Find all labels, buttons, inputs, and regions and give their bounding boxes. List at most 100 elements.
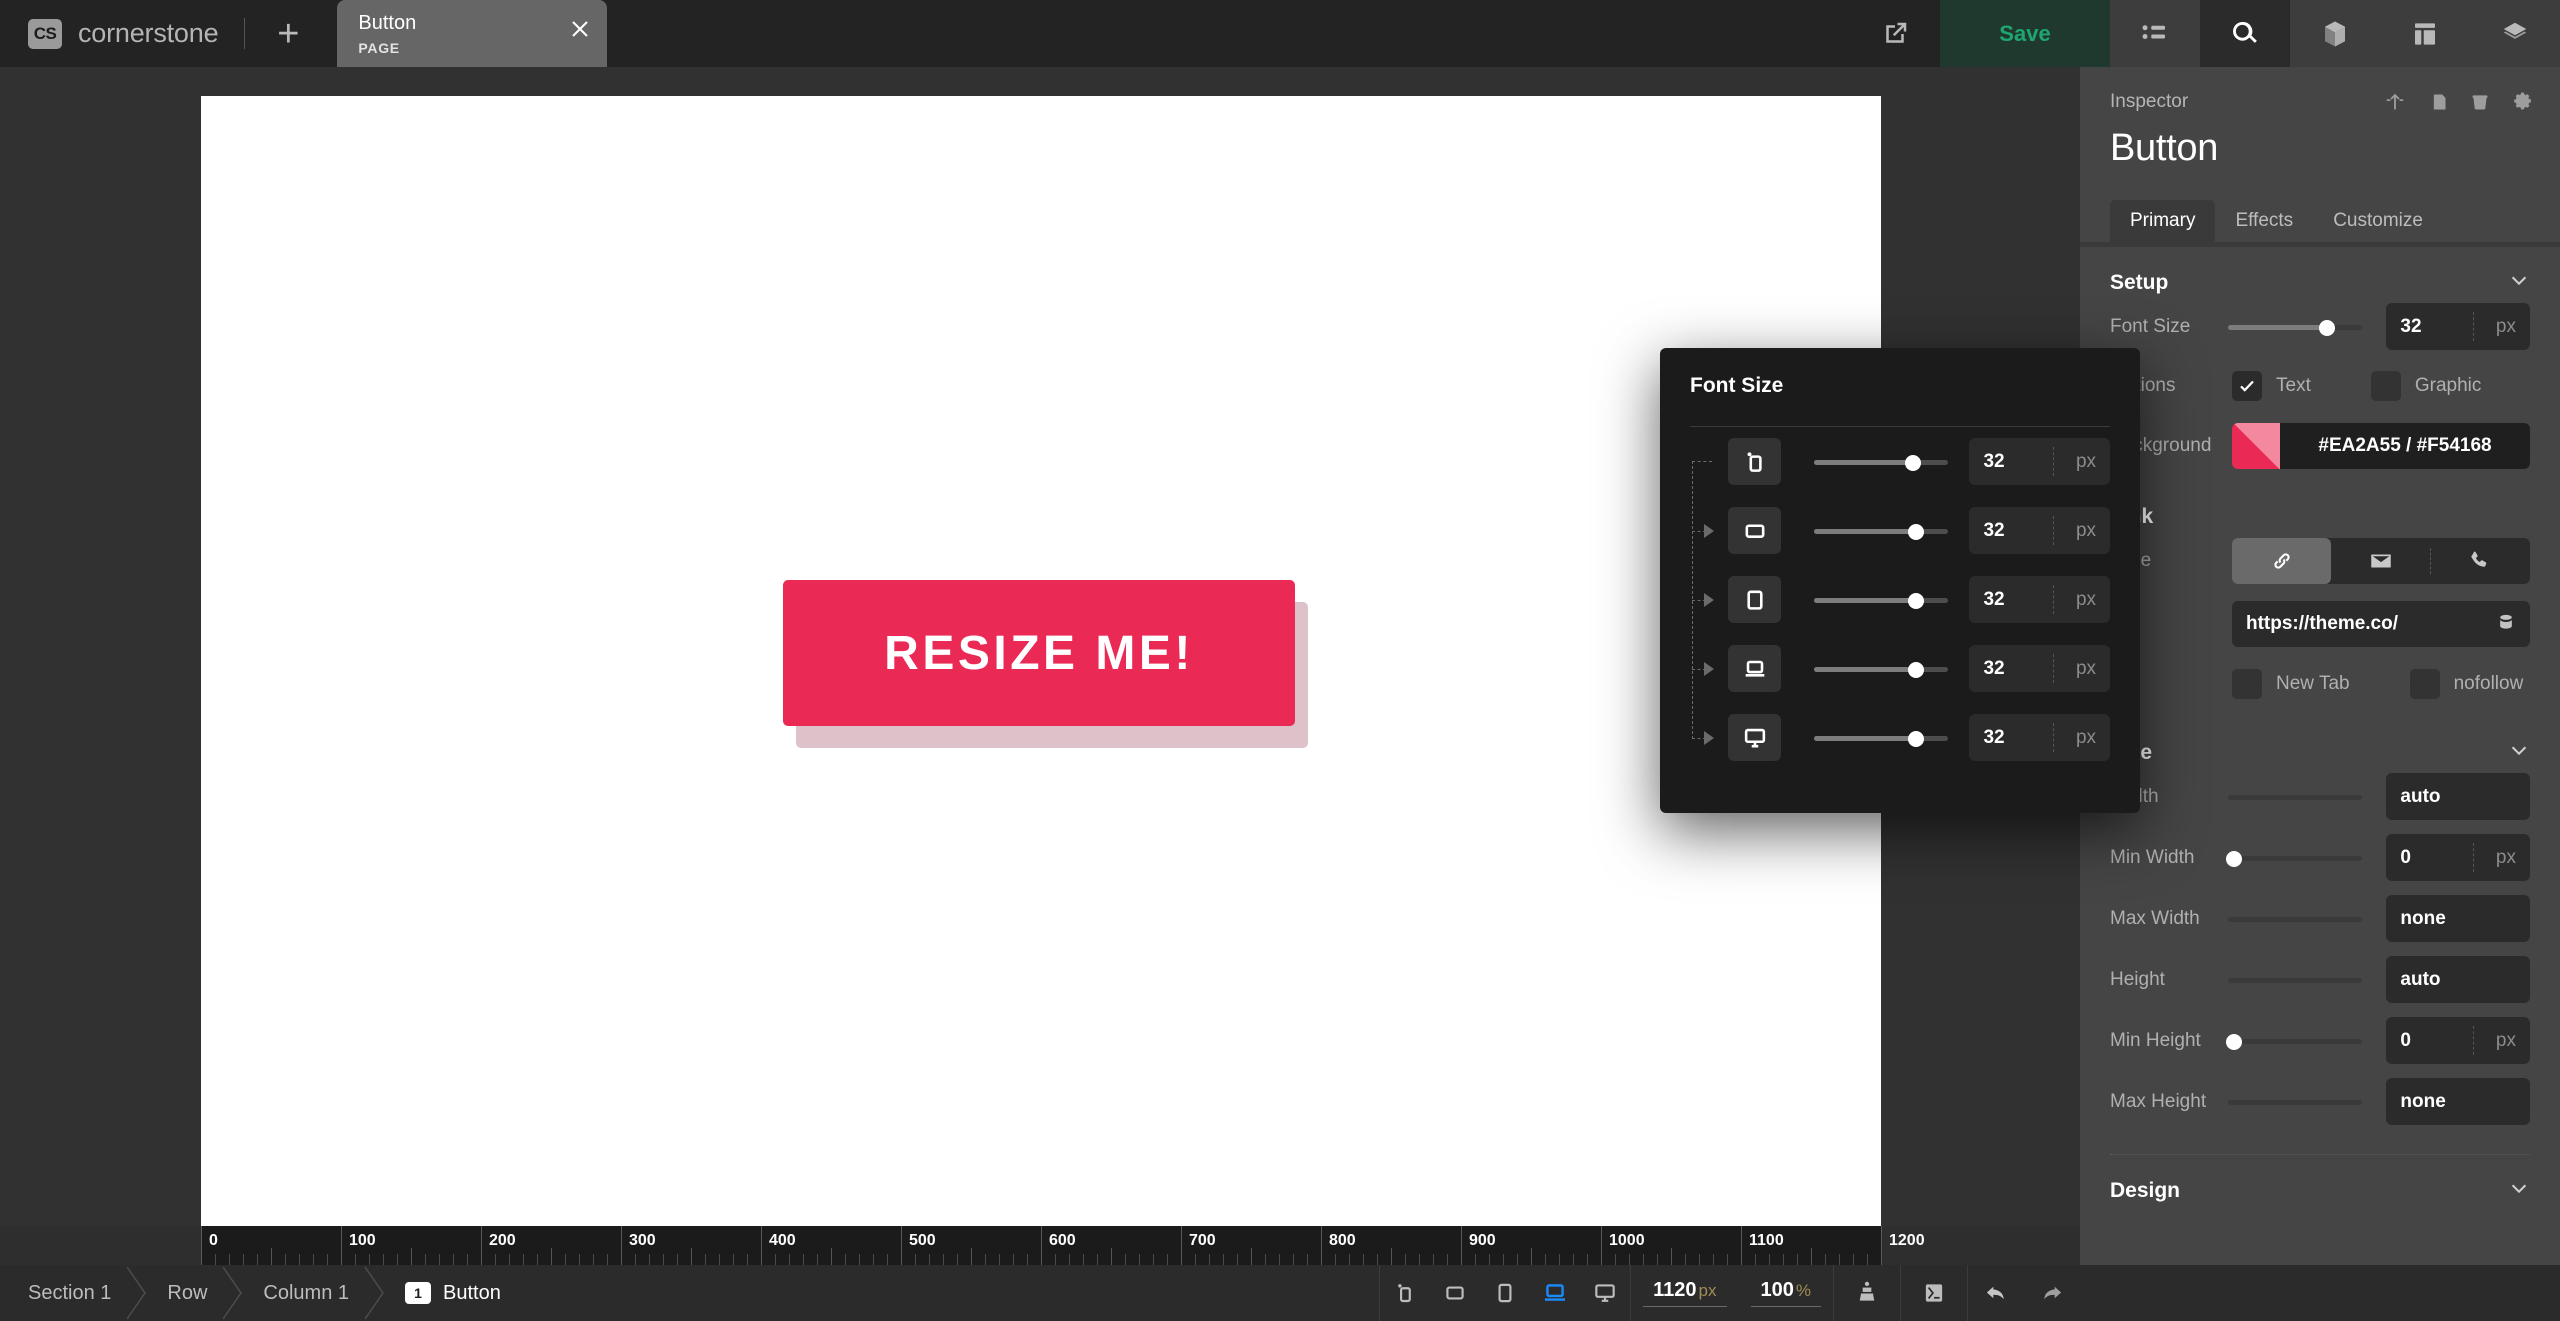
breadcrumb-item[interactable]: Column 1 [233, 1265, 375, 1321]
field-link-url[interactable]: https://theme.co/ [2080, 593, 2560, 655]
section-design-header[interactable]: Design [2080, 1155, 2560, 1204]
field-slider[interactable] [2228, 1092, 2358, 1112]
field-background[interactable]: Background #EA2A55 / #F54168 [2080, 415, 2560, 477]
breadcrumb-item[interactable]: 1Button [375, 1265, 527, 1321]
laptop-icon[interactable] [1728, 645, 1781, 692]
tablet-icon[interactable] [1728, 576, 1781, 623]
field-slider[interactable] [2228, 1031, 2358, 1051]
field-input[interactable]: auto [2386, 956, 2530, 1003]
inspector-tabs[interactable]: Primary Effects Customize [2110, 200, 2560, 242]
delete-icon[interactable] [2470, 92, 2490, 117]
layout-icon[interactable] [2380, 0, 2470, 67]
checkbox-graphic[interactable] [2371, 371, 2401, 401]
breakpoint-row[interactable]: 32px [1690, 565, 2110, 634]
zoom-input[interactable]: 100 % [1751, 1279, 1822, 1307]
breakpoint-value-input[interactable]: 32px [1969, 438, 2110, 485]
font-size-input[interactable]: 32 px [2386, 303, 2530, 350]
font-size-popup[interactable]: Font Size 32px32px32px32px32px [1660, 348, 2140, 813]
cube-icon[interactable] [2290, 0, 2380, 67]
tablet-icon[interactable] [1480, 1280, 1530, 1306]
font-size-slider[interactable] [2228, 317, 2358, 337]
close-icon[interactable] [569, 18, 591, 40]
desktop-icon[interactable] [1728, 714, 1781, 761]
database-icon[interactable] [2496, 612, 2516, 637]
duplicate-icon[interactable] [2428, 92, 2448, 117]
field-input[interactable]: auto [2386, 773, 2530, 820]
link-icon[interactable] [2232, 538, 2331, 584]
plus-icon[interactable]: + [245, 0, 331, 67]
field-width[interactable]: Widthauto [2080, 766, 2560, 827]
field-min-width[interactable]: Min Width0px [2080, 827, 2560, 888]
save-button[interactable]: Save [1940, 0, 2110, 67]
field-slider[interactable] [2228, 848, 2358, 868]
field-input[interactable]: none [2386, 1078, 2530, 1125]
field-height[interactable]: Heightauto [2080, 949, 2560, 1010]
desktop-icon[interactable] [1580, 1280, 1630, 1306]
breakpoint-slider[interactable] [1814, 728, 1941, 748]
field-slider[interactable] [2228, 909, 2358, 929]
section-setup-header[interactable]: Setup [2080, 247, 2560, 296]
button-element-wrap[interactable]: RESIZE ME! [783, 580, 1295, 726]
button-element[interactable]: RESIZE ME! [783, 580, 1295, 726]
field-slider[interactable] [2228, 970, 2358, 990]
device-switcher[interactable] [1379, 1265, 1630, 1321]
chevron-down-icon[interactable] [2508, 1177, 2530, 1204]
field-min-height[interactable]: Min Height0px [2080, 1010, 2560, 1071]
tab-effects[interactable]: Effects [2215, 200, 2313, 242]
phone-icon[interactable] [2431, 538, 2530, 584]
breakpoint-value-input[interactable]: 32px [1969, 645, 2110, 692]
field-input[interactable]: 0px [2386, 834, 2530, 881]
breakpoint-slider[interactable] [1814, 521, 1941, 541]
breadcrumb-item[interactable]: Row [137, 1265, 233, 1321]
list-icon[interactable] [2110, 0, 2200, 67]
breakpoint-value-input[interactable]: 32px [1969, 714, 2110, 761]
search-icon[interactable] [2200, 0, 2290, 67]
breakpoint-slider[interactable] [1814, 590, 1941, 610]
color-swatch[interactable] [2232, 423, 2280, 469]
field-font-size[interactable]: Font Size 32 px [2080, 296, 2560, 357]
tab-primary[interactable]: Primary [2110, 200, 2215, 242]
viewport-controls[interactable]: 1120 px 100 % [1630, 1265, 1833, 1321]
external-link-icon[interactable] [1850, 0, 1940, 67]
chevron-down-icon[interactable] [2508, 269, 2530, 296]
history-controls[interactable] [1967, 1265, 2080, 1321]
breakpoint-row[interactable]: 32px [1690, 703, 2110, 772]
move-icon[interactable] [2384, 91, 2406, 118]
mobile-landscape-icon[interactable] [1430, 1280, 1480, 1306]
base-icon[interactable] [1380, 1280, 1430, 1306]
gear-icon[interactable] [2512, 91, 2534, 118]
field-input[interactable]: 0px [2386, 1017, 2530, 1064]
checkbox-new-tab[interactable] [2232, 669, 2262, 699]
field-max-width[interactable]: Max Widthnone [2080, 888, 2560, 949]
section-size-header[interactable]: Size [2080, 713, 2560, 766]
tab-customize[interactable]: Customize [2313, 200, 2443, 242]
mobile-landscape-icon[interactable] [1728, 507, 1781, 554]
breakpoint-slider[interactable] [1814, 659, 1941, 679]
tab-button-page[interactable]: Button PAGE [337, 0, 607, 67]
background-color-value[interactable]: #EA2A55 / #F54168 [2280, 423, 2530, 469]
checkbox-nofollow[interactable] [2410, 669, 2440, 699]
chevron-down-icon[interactable] [2508, 739, 2530, 766]
laptop-icon[interactable] [1530, 1279, 1580, 1307]
field-input[interactable]: none [2386, 895, 2530, 942]
undo-icon[interactable] [1968, 1280, 2024, 1306]
code-tool[interactable] [1900, 1265, 1967, 1321]
breakpoint-value-input[interactable]: 32px [1969, 576, 2110, 623]
robot-icon[interactable] [1834, 1280, 1900, 1306]
checkbox-text[interactable] [2232, 371, 2262, 401]
link-type-segmented[interactable] [2232, 538, 2530, 584]
mail-icon[interactable] [2331, 538, 2430, 584]
viewport-width-input[interactable]: 1120 px [1643, 1279, 1726, 1307]
inspector-panel[interactable]: Inspector Button Primary Effects Customi… [2080, 67, 2560, 1321]
redo-icon[interactable] [2024, 1280, 2080, 1306]
breakpoint-row[interactable]: 32px [1690, 496, 2110, 565]
url-input[interactable]: https://theme.co/ [2232, 601, 2530, 647]
field-link-type[interactable]: Type [2080, 529, 2560, 593]
robot-tool[interactable] [1833, 1265, 1900, 1321]
breakpoint-value-input[interactable]: 32px [1969, 507, 2110, 554]
breakpoint-row[interactable]: 32px [1690, 427, 2110, 496]
field-slider[interactable] [2228, 787, 2358, 807]
base-icon[interactable] [1728, 438, 1781, 485]
section-link-header[interactable]: Link [2080, 477, 2560, 529]
layers-icon[interactable] [2470, 0, 2560, 67]
